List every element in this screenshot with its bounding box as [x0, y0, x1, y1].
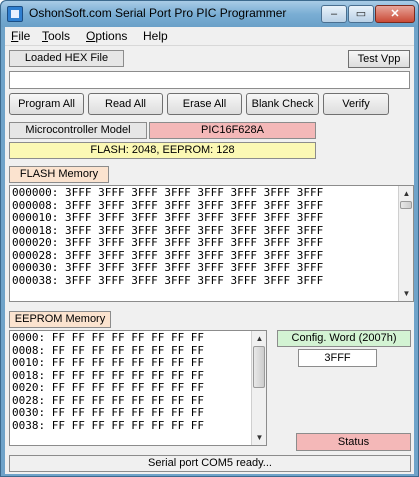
- eeprom-memory-label: EEPROM Memory: [9, 311, 111, 328]
- test-vpp-button[interactable]: Test Vpp: [348, 50, 410, 68]
- menu-options-accel: O: [86, 29, 96, 43]
- memory-row: 0030: FF FF FF FF FF FF FF FF: [12, 406, 205, 419]
- verify-button[interactable]: Verify: [323, 93, 389, 115]
- scroll-down-arrow-icon[interactable]: ▼: [252, 430, 266, 445]
- memory-row: 0020: FF FF FF FF FF FF FF FF: [12, 381, 205, 394]
- eeprom-memory-rows: 0000: FF FF FF FF FF FF FF FF 0008: FF FF…: [10, 331, 266, 433]
- scroll-down-arrow-icon[interactable]: ▼: [399, 286, 413, 301]
- flash-memory-rows: 000000: 3FFF 3FFF 3FFF 3FFF 3FFF 3FFF 3F…: [10, 186, 413, 288]
- status-label: Status: [296, 433, 411, 451]
- menu-tools[interactable]: Tools: [42, 28, 70, 44]
- eeprom-scrollbar[interactable]: ▲ ▼: [251, 331, 266, 445]
- client-area: File Tools Options Help Loaded HEX File …: [5, 27, 414, 474]
- memory-row: 000038: 3FFF 3FFF 3FFF 3FFF 3FFF 3FFF 3F…: [12, 273, 324, 287]
- app-window: OshonSoft.com Serial Port Pro PIC Progra…: [0, 0, 419, 477]
- erase-all-button[interactable]: Erase All: [167, 93, 242, 115]
- memory-row: 000000: 3FFF 3FFF 3FFF 3FFF 3FFF 3FFF 3F…: [12, 186, 324, 199]
- menu-file[interactable]: File: [11, 28, 30, 44]
- memory-row: 0010: FF FF FF FF FF FF FF FF: [12, 356, 205, 369]
- memory-row: 000030: 3FFF 3FFF 3FFF 3FFF 3FFF 3FFF 3F…: [12, 261, 324, 274]
- flash-memory-view[interactable]: 000000: 3FFF 3FFF 3FFF 3FFF 3FFF 3FFF 3F…: [9, 185, 414, 302]
- menu-divider: [5, 45, 414, 46]
- config-word-field[interactable]: 3FFF: [298, 349, 377, 367]
- scroll-up-arrow-icon[interactable]: ▲: [399, 186, 413, 201]
- read-all-button[interactable]: Read All: [88, 93, 163, 115]
- menu-options-label: ptions: [95, 29, 128, 43]
- memory-info: FLASH: 2048, EEPROM: 128: [9, 142, 316, 159]
- loaded-hex-label: Loaded HEX File: [9, 50, 124, 67]
- app-icon: [7, 6, 23, 22]
- scroll-up-arrow-icon[interactable]: ▲: [252, 331, 266, 346]
- menu-options[interactable]: Options: [86, 28, 127, 44]
- maximize-button[interactable]: ▭: [348, 5, 374, 23]
- hex-file-path-field: [9, 71, 410, 89]
- microcontroller-model-value[interactable]: PIC16F628A: [149, 122, 316, 139]
- menu-file-label: ile: [18, 29, 31, 43]
- microcontroller-model-label: Microcontroller Model: [9, 122, 147, 139]
- eeprom-scroll-thumb[interactable]: [253, 346, 265, 388]
- blank-check-button[interactable]: Blank Check: [246, 93, 319, 115]
- program-all-button[interactable]: Program All: [9, 93, 84, 115]
- memory-row: 0038: FF FF FF FF FF FF FF FF: [12, 418, 205, 432]
- window-title: OshonSoft.com Serial Port Pro PIC Progra…: [29, 6, 287, 20]
- menu-help-label: Help: [143, 29, 168, 43]
- close-button[interactable]: ✕: [375, 5, 415, 23]
- eeprom-memory-view[interactable]: 0000: FF FF FF FF FF FF FF FF 0008: FF FF…: [9, 330, 267, 446]
- flash-scrollbar[interactable]: ▲ ▼: [398, 186, 413, 301]
- menu-bar: File Tools Options Help: [5, 27, 414, 45]
- hex-file-path: [10, 74, 13, 86]
- flash-memory-label: FLASH Memory: [9, 166, 109, 183]
- menu-help[interactable]: Help: [143, 28, 168, 44]
- minimize-button[interactable]: –: [321, 5, 347, 23]
- config-word-label: Config. Word (2007h): [277, 330, 411, 347]
- memory-row: 000010: 3FFF 3FFF 3FFF 3FFF 3FFF 3FFF 3F…: [12, 211, 324, 224]
- memory-row: 0000: FF FF FF FF FF FF FF FF: [12, 331, 205, 344]
- memory-row: 000020: 3FFF 3FFF 3FFF 3FFF 3FFF 3FFF 3F…: [12, 236, 324, 249]
- status-bar: Serial port COM5 ready...: [9, 455, 411, 472]
- menu-tools-label: ools: [48, 29, 71, 43]
- flash-scroll-thumb[interactable]: [400, 201, 412, 209]
- title-bar[interactable]: OshonSoft.com Serial Port Pro PIC Progra…: [1, 1, 418, 27]
